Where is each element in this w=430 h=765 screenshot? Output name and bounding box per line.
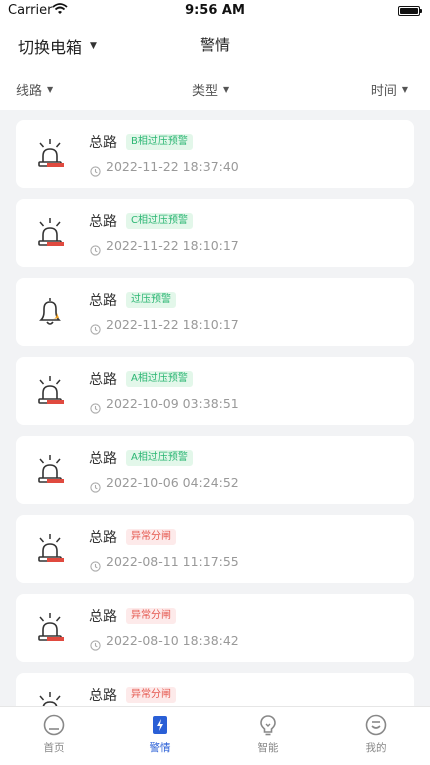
alert-type-tag: 异常分闸 [126, 608, 176, 624]
tab-bar: 首页 警情 智能 我的 [0, 706, 430, 765]
tab-label: 智能 [257, 742, 279, 754]
filter-type[interactable]: 类型 ▼ [192, 80, 229, 99]
alert-type-tag: 异常分闸 [126, 687, 176, 703]
clock-icon [90, 557, 101, 572]
clock-icon [90, 636, 101, 651]
battery-icon [398, 6, 422, 16]
alert-type-tag: A相过压预警 [126, 371, 193, 387]
alert-type-tag: 异常分闸 [126, 529, 176, 545]
alert-datetime: 2022-10-09 03:38:51 [106, 396, 239, 411]
alert-type-tag: A相过压预警 [126, 450, 193, 466]
home-icon [42, 713, 66, 737]
circuit-name: 总路 [89, 530, 117, 546]
alert-card[interactable]: 总路 异常分闸 2022-08-11 11:17:55 [16, 515, 414, 583]
bulb-icon [256, 713, 280, 737]
filter-circuit[interactable]: 线路 ▼ [16, 80, 53, 99]
alert-datetime: 2022-08-10 18:38:42 [106, 633, 239, 648]
alert-card[interactable]: 总路 异常分闸 2022-08-10 18:38:42 [16, 594, 414, 662]
alert-datetime: 2022-11-22 18:37:40 [106, 159, 239, 174]
tab-smart[interactable]: 智能 [238, 713, 298, 755]
alert-datetime: 2022-11-22 18:10:17 [106, 238, 239, 253]
tab-label: 我的 [365, 742, 387, 754]
tab-label: 警情 [149, 742, 171, 754]
circuit-name: 总路 [89, 214, 117, 230]
alert-list[interactable]: 总路 B相过压预警 2022-11-22 18:37:40 总路 C相过压预警 2022-… [0, 110, 430, 706]
bell-icon [36, 296, 66, 328]
circuit-name: 总路 [89, 451, 117, 467]
siren-icon [36, 217, 66, 249]
caret-down-icon: ▼ [47, 85, 54, 94]
status-bar: Carrier 9:56 AM [0, 0, 430, 22]
alert-card[interactable]: 总路 C相过压预警 2022-11-22 18:10:17 [16, 199, 414, 267]
circuit-name: 总路 [89, 688, 117, 704]
circuit-name: 总路 [89, 135, 117, 151]
filter-label: 线路 [16, 84, 43, 99]
filter-time[interactable]: 时间 ▼ [371, 80, 408, 99]
siren-icon [36, 612, 66, 644]
profile-icon [364, 713, 388, 737]
alert-type-tag: 过压预警 [126, 292, 176, 308]
caret-down-icon: ▼ [401, 85, 408, 94]
clock-icon [90, 241, 101, 256]
circuit-name: 总路 [89, 372, 117, 388]
circuit-name: 总路 [89, 609, 117, 625]
alert-datetime: 2022-08-11 11:17:55 [106, 554, 239, 569]
clock-icon [90, 320, 101, 335]
alert-datetime: 2022-11-22 18:10:17 [106, 317, 239, 332]
tab-mine[interactable]: 我的 [346, 713, 406, 755]
circuit-name: 总路 [89, 293, 117, 309]
alert-card[interactable]: 总路 异常分闸 [16, 673, 414, 706]
clock-time: 9:56 AM [185, 3, 245, 18]
filter-label: 时间 [370, 84, 397, 99]
siren-icon [36, 533, 66, 565]
filter-bar: 线路 ▼ 类型 ▼ 时间 ▼ [0, 66, 430, 110]
alert-card[interactable]: 总路 A相过压预警 2022-10-06 04:24:52 [16, 436, 414, 504]
alert-type-tag: B相过压预警 [126, 134, 193, 150]
nav-bar: 切换电箱 ▼ 警情 [0, 22, 430, 66]
siren-icon [36, 138, 66, 170]
page-title: 警情 [199, 36, 230, 54]
caret-down-icon: ▼ [223, 85, 230, 94]
clock-icon [90, 399, 101, 414]
siren-icon [36, 375, 66, 407]
alert-datetime: 2022-10-06 04:24:52 [106, 475, 239, 490]
siren-icon [36, 454, 66, 486]
filter-label: 类型 [192, 84, 219, 99]
siren-icon [36, 691, 66, 706]
alert-card[interactable]: 总路 B相过压预警 2022-11-22 18:37:40 [16, 120, 414, 188]
clock-icon [90, 162, 101, 177]
alert-icon [148, 713, 172, 737]
tab-home[interactable]: 首页 [24, 713, 84, 755]
tab-label: 首页 [43, 742, 65, 754]
alert-type-tag: C相过压预警 [126, 213, 193, 229]
clock-icon [90, 478, 101, 493]
alert-card[interactable]: 总路 过压预警 2022-11-22 18:10:17 [16, 278, 414, 346]
alert-card[interactable]: 总路 A相过压预警 2022-10-09 03:38:51 [16, 357, 414, 425]
tab-alerts[interactable]: 警情 [130, 713, 190, 755]
